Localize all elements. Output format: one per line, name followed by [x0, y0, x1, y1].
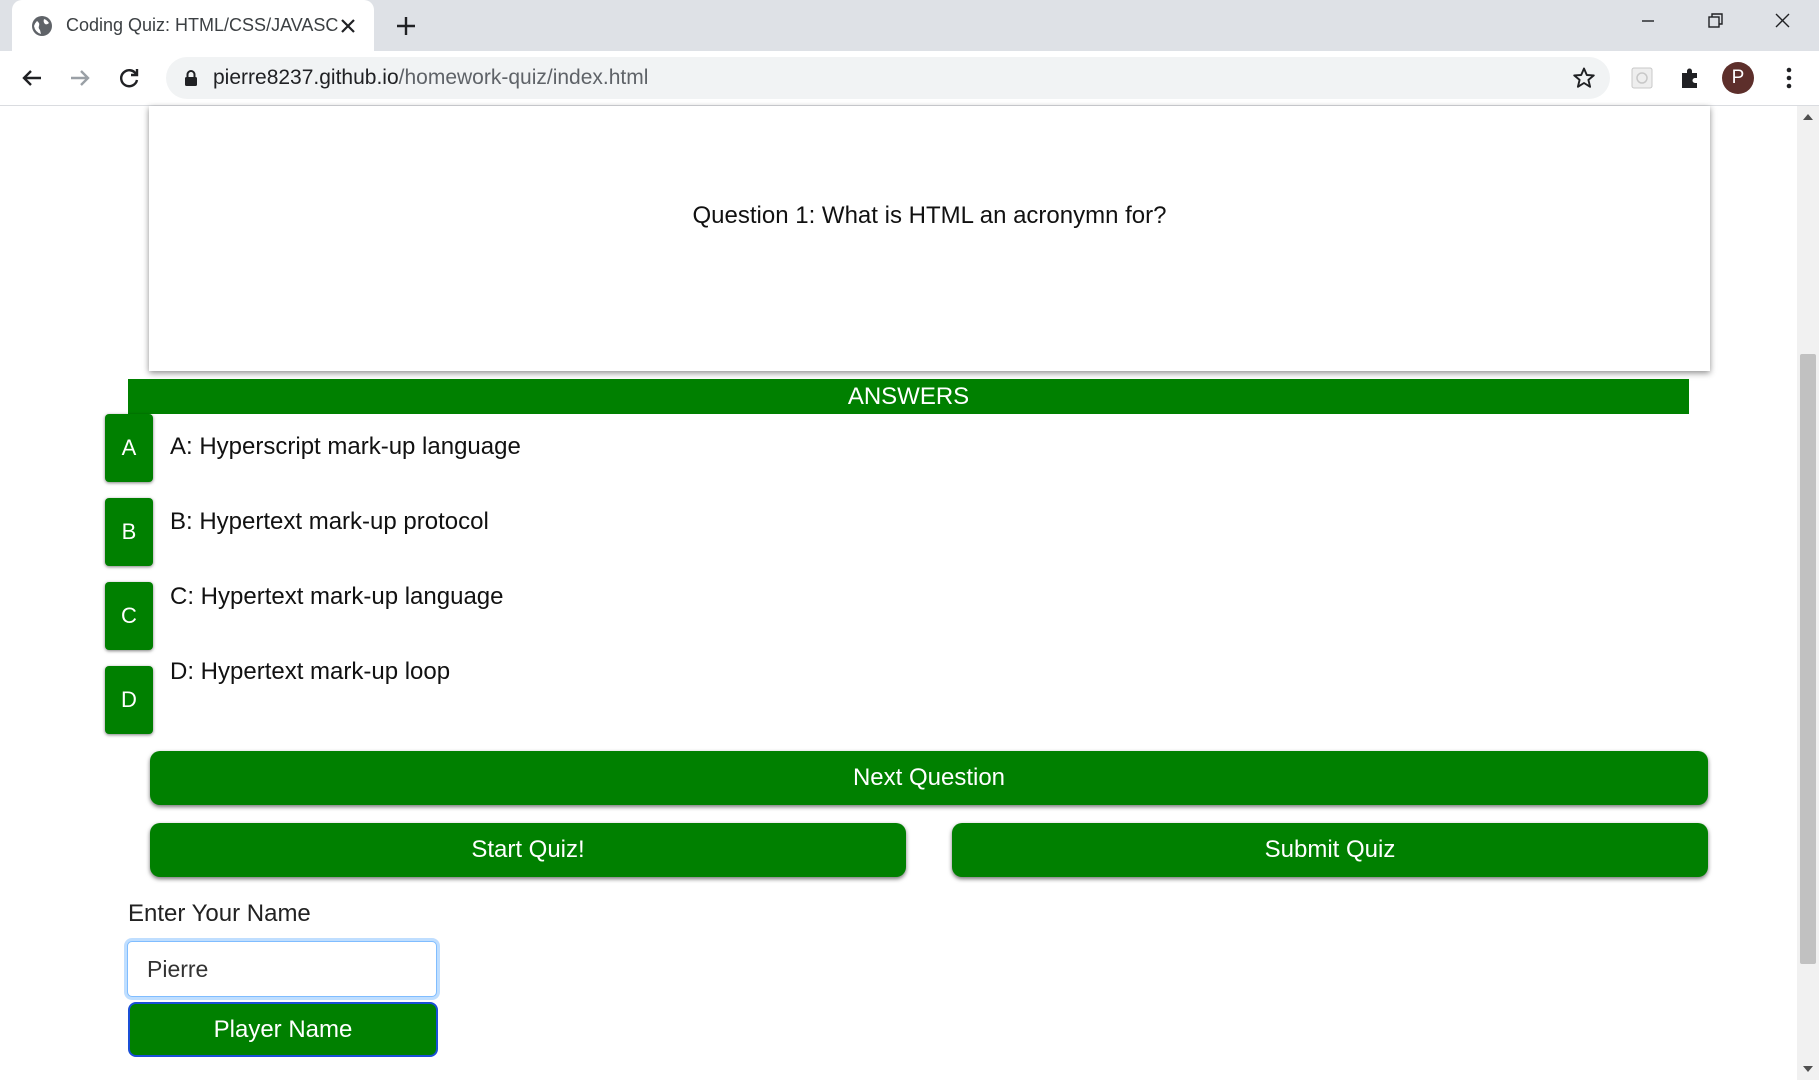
restore-icon[interactable] [1695, 8, 1735, 36]
minimize-icon[interactable] [1628, 8, 1668, 36]
tab-title: Coding Quiz: HTML/CSS/JAVASCRIPT [66, 15, 338, 35]
avatar[interactable]: P [1722, 62, 1754, 94]
more-vert-icon[interactable] [1775, 64, 1803, 92]
url-host: pierre8237.github.io [213, 66, 399, 89]
url-text[interactable]: pierre8237.github.io/homework-quiz/index… [213, 65, 648, 91]
forward-arrow-icon[interactable] [66, 64, 94, 92]
extension-icon[interactable] [1628, 64, 1656, 92]
globe-icon [32, 16, 52, 36]
answers-header: ANSWERS [128, 379, 1689, 414]
name-label: Enter Your Name [128, 900, 311, 927]
answer-a-button[interactable]: A [105, 414, 153, 482]
active-tab[interactable]: Coding Quiz: HTML/CSS/JAVASCRIPT [12, 0, 374, 51]
player-name-button[interactable]: Player Name [128, 1002, 438, 1057]
answer-c-button[interactable]: C [105, 582, 153, 650]
question-text: Question 1: What is HTML an acronymn for… [692, 202, 1167, 229]
scroll-thumb[interactable] [1800, 354, 1816, 964]
answer-d-text: D: Hypertext mark-up loop [170, 658, 451, 685]
scroll-down-arrow-icon[interactable] [1803, 1066, 1813, 1072]
page-scrollbar[interactable] [1797, 106, 1819, 1080]
answer-a-text: A: Hyperscript mark-up language [170, 433, 521, 460]
answer-d-button[interactable]: D [105, 666, 153, 734]
reload-icon[interactable] [115, 64, 143, 92]
answer-c-text: C: Hypertext mark-up language [170, 583, 504, 610]
scroll-up-arrow-icon[interactable] [1803, 114, 1813, 120]
puzzle-icon[interactable] [1676, 64, 1704, 92]
question-card: Question 1: What is HTML an acronymn for… [149, 106, 1710, 371]
address-bar[interactable]: pierre8237.github.io/homework-quiz/index… [166, 57, 1610, 99]
next-question-button[interactable]: Next Question [150, 751, 1708, 805]
submit-quiz-button[interactable]: Submit Quiz [952, 823, 1708, 877]
window-close-icon[interactable] [1762, 8, 1802, 36]
start-quiz-button[interactable]: Start Quiz! [150, 823, 906, 877]
url-path: /homework-quiz/index.html [398, 66, 649, 89]
answer-b-text: B: Hypertext mark-up protocol [170, 508, 489, 535]
star-icon[interactable] [1572, 66, 1596, 90]
answer-b-button[interactable]: B [105, 498, 153, 566]
lock-icon[interactable] [182, 69, 200, 87]
name-input[interactable] [127, 941, 437, 997]
plus-icon[interactable] [392, 12, 420, 40]
back-arrow-icon[interactable] [18, 64, 46, 92]
close-icon[interactable] [336, 14, 360, 38]
tab-strip: Coding Quiz: HTML/CSS/JAVASCRIPT [0, 0, 1819, 51]
browser-toolbar: pierre8237.github.io/homework-quiz/index… [0, 51, 1819, 106]
